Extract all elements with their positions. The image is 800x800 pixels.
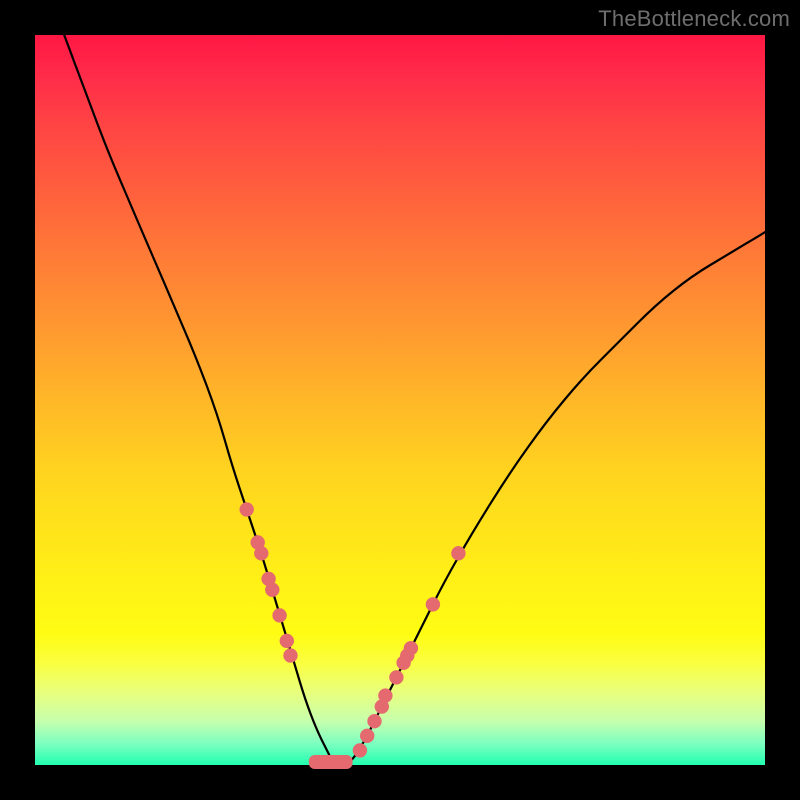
highlight-dot bbox=[389, 670, 403, 684]
highlight-dots-left bbox=[240, 503, 298, 663]
highlight-dot bbox=[280, 634, 294, 648]
flat-bottom-band bbox=[309, 755, 353, 769]
highlight-dot bbox=[368, 714, 382, 728]
highlight-dot bbox=[378, 689, 392, 703]
chart-overlay bbox=[35, 35, 765, 765]
highlight-dot bbox=[360, 729, 374, 743]
highlight-dots-right bbox=[353, 546, 466, 757]
highlight-dot bbox=[254, 546, 268, 560]
highlight-dot bbox=[353, 743, 367, 757]
highlight-dot bbox=[404, 641, 418, 655]
highlight-dot bbox=[426, 597, 440, 611]
highlight-dot bbox=[240, 503, 254, 517]
highlight-dot bbox=[273, 608, 287, 622]
bottleneck-curve bbox=[64, 35, 765, 765]
highlight-dot bbox=[265, 583, 279, 597]
highlight-dot bbox=[284, 649, 298, 663]
watermark-text: TheBottleneck.com bbox=[598, 6, 790, 32]
highlight-dot bbox=[451, 546, 465, 560]
